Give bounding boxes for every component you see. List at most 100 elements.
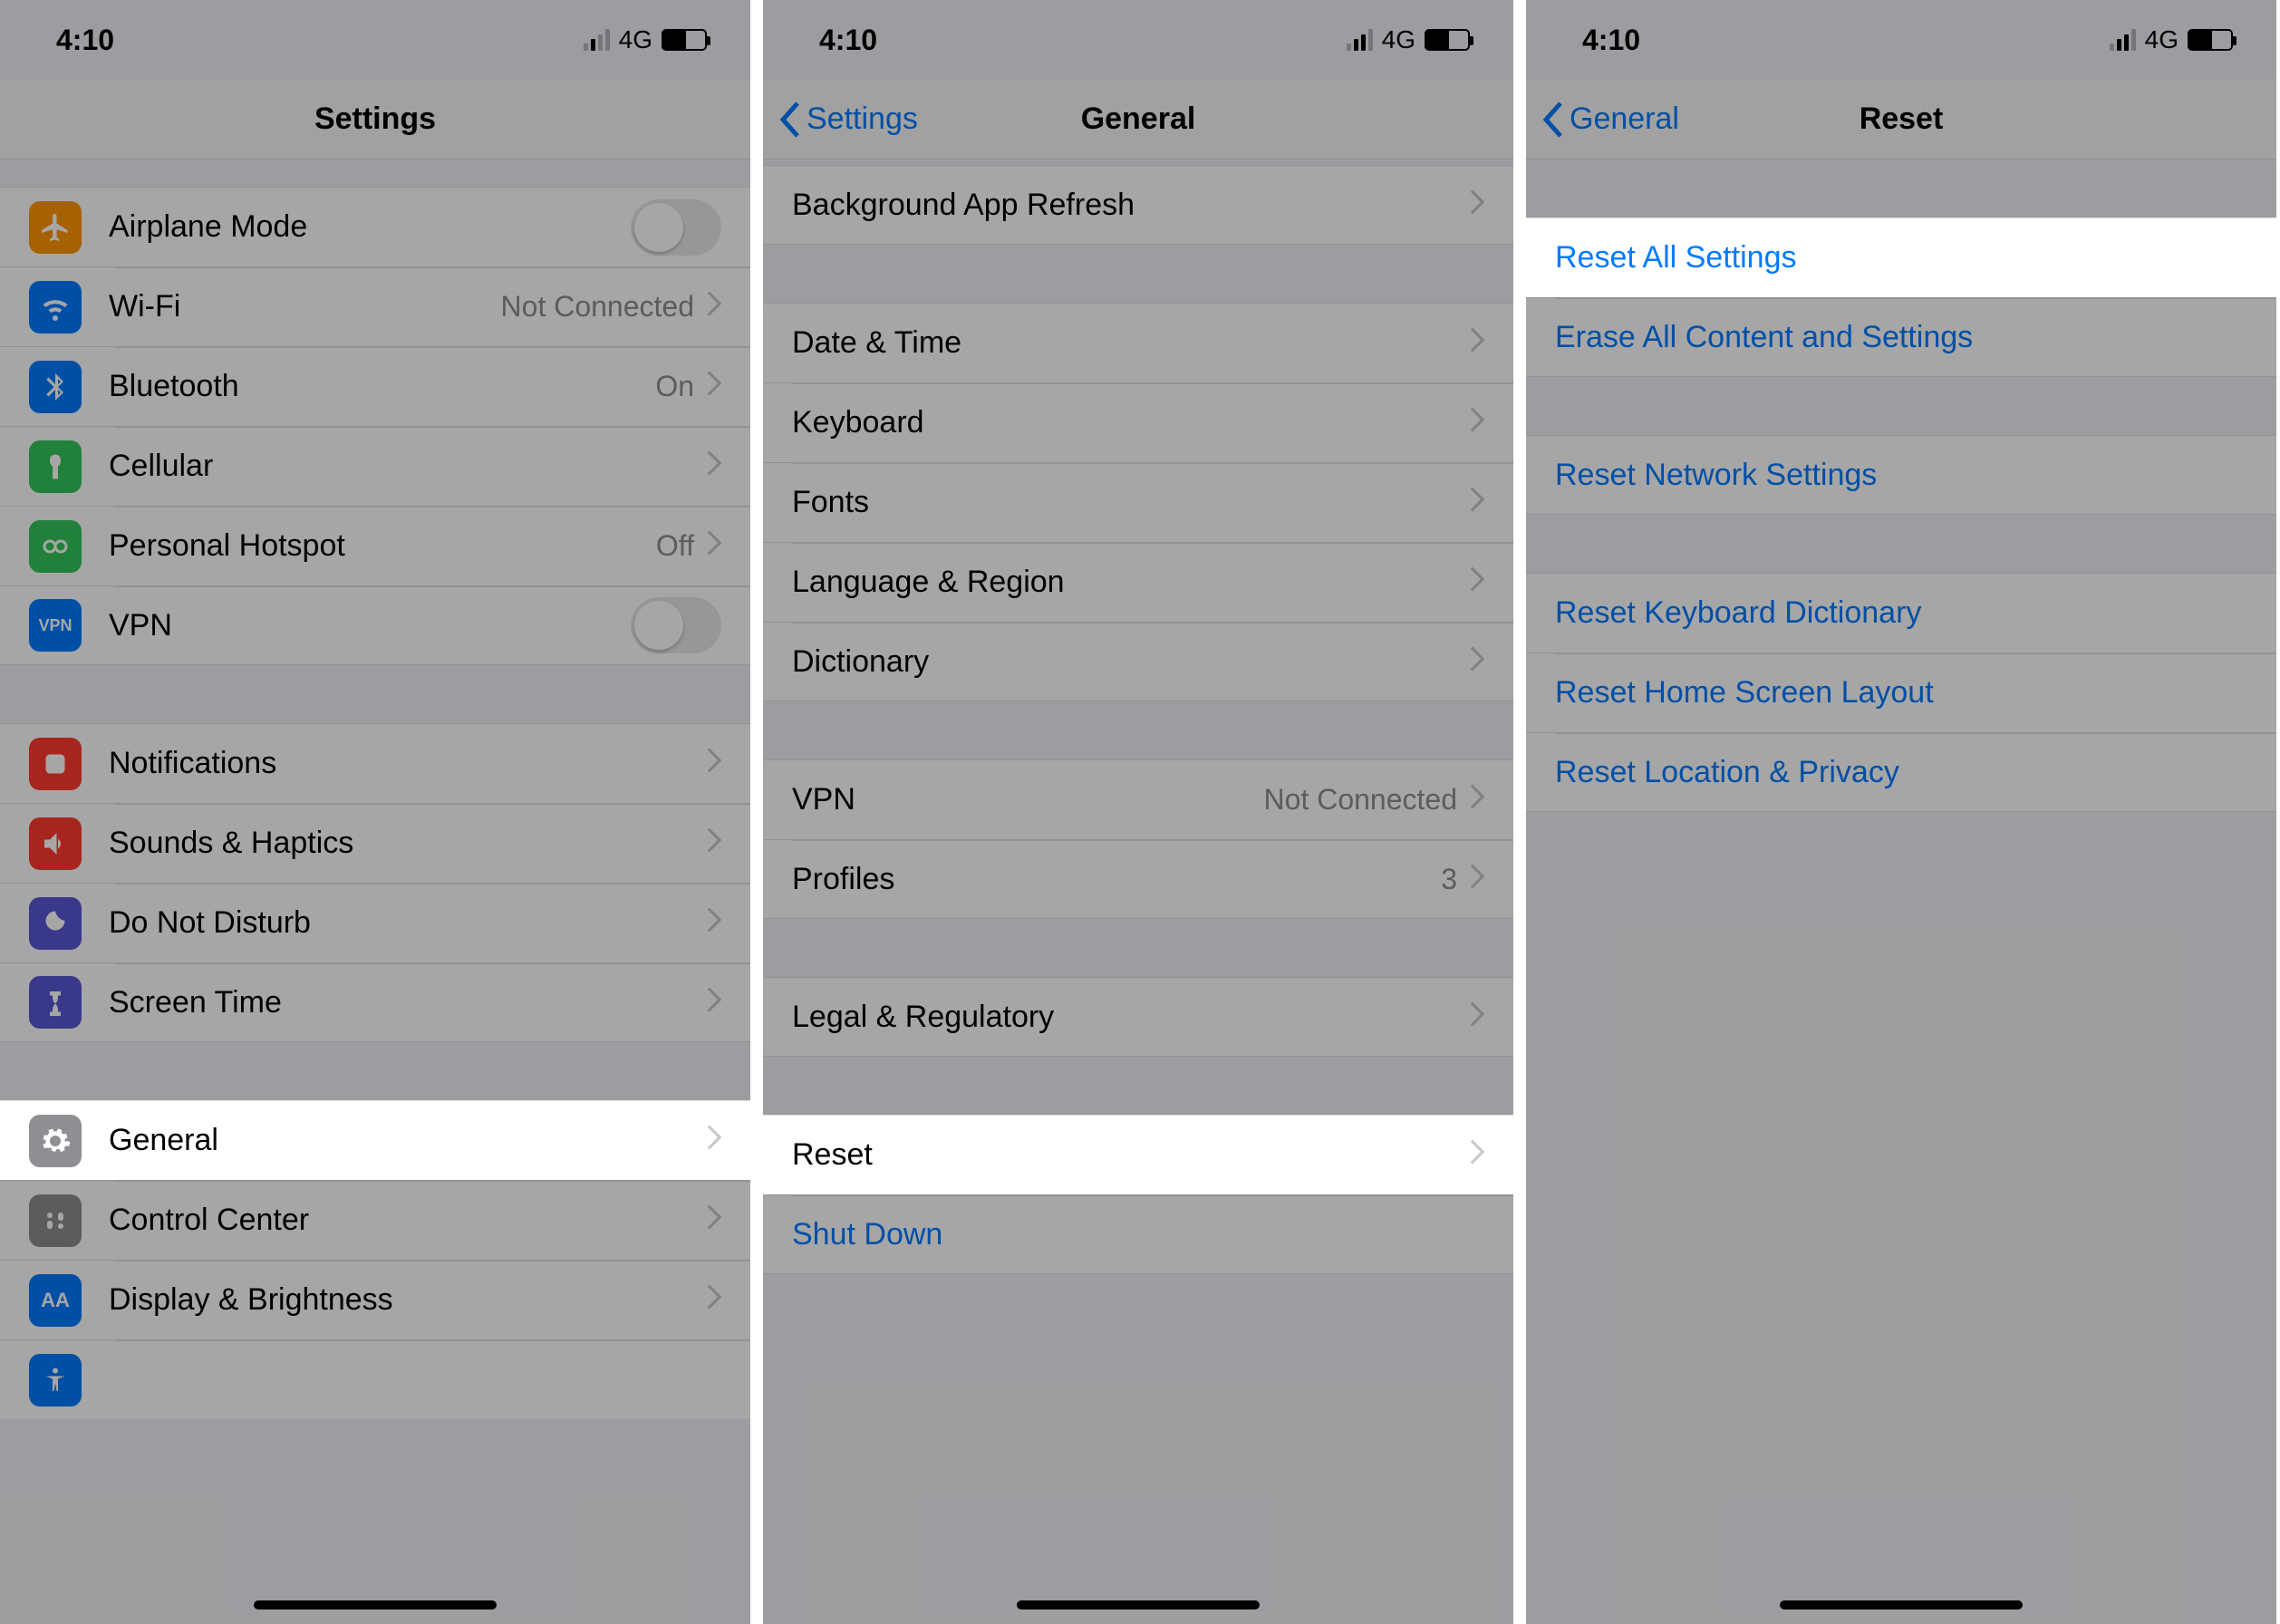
row-profiles[interactable]: Profiles 3 <box>763 839 1513 919</box>
chevron-right-icon <box>707 369 721 404</box>
row-dictionary[interactable]: Dictionary <box>763 622 1513 701</box>
row-erase-all[interactable]: Erase All Content and Settings <box>1526 297 2276 377</box>
row-reset-location[interactable]: Reset Location & Privacy <box>1526 732 2276 812</box>
row-datetime[interactable]: Date & Time <box>763 303 1513 382</box>
notifications-icon <box>29 738 82 790</box>
row-fonts[interactable]: Fonts <box>763 462 1513 542</box>
row-display[interactable]: AA Display & Brightness <box>0 1260 750 1339</box>
row-keyboard[interactable]: Keyboard <box>763 382 1513 462</box>
row-label: Shut Down <box>792 1217 1484 1252</box>
row-hotspot[interactable]: Personal Hotspot Off <box>0 506 750 585</box>
chevron-right-icon <box>707 826 721 861</box>
row-label: Airplane Mode <box>109 209 631 245</box>
chevron-right-icon <box>1470 1000 1484 1035</box>
row-vpn-general[interactable]: VPN Not Connected <box>763 759 1513 839</box>
network-label: 4G <box>1382 25 1415 54</box>
chevron-right-icon <box>1470 405 1484 440</box>
row-reset-all-settings[interactable]: Reset All Settings <box>1526 218 2276 297</box>
network-label: 4G <box>2145 25 2179 54</box>
back-button[interactable]: Settings <box>779 80 918 159</box>
row-label: Language & Region <box>792 565 1470 600</box>
row-label: Reset All Settings <box>1555 240 2247 276</box>
signal-icon <box>584 29 610 51</box>
row-detail: Off <box>656 529 694 563</box>
sounds-icon <box>29 817 82 870</box>
chevron-right-icon <box>1470 782 1484 817</box>
status-time: 4:10 <box>1582 24 1640 57</box>
row-legal[interactable]: Legal & Regulatory <box>763 977 1513 1057</box>
row-label: Screen Time <box>109 985 707 1020</box>
nav-title: General <box>1081 102 1196 137</box>
chevron-right-icon <box>1470 188 1484 223</box>
row-sounds[interactable]: Sounds & Haptics <box>0 803 750 883</box>
airplane-toggle[interactable] <box>631 199 721 256</box>
row-label: Cellular <box>109 449 707 484</box>
row-label: Display & Brightness <box>109 1282 707 1318</box>
row-airplane-mode[interactable]: Airplane Mode <box>0 187 750 266</box>
status-time: 4:10 <box>819 24 877 57</box>
vpn-toggle[interactable] <box>631 597 721 653</box>
chevron-right-icon <box>1470 862 1484 897</box>
row-reset[interactable]: Reset <box>763 1115 1513 1194</box>
vpn-icon: VPN <box>29 599 82 652</box>
status-time: 4:10 <box>56 24 114 57</box>
row-label: Sounds & Haptics <box>109 826 707 861</box>
row-cellular[interactable]: Cellular <box>0 426 750 506</box>
row-reset-network[interactable]: Reset Network Settings <box>1526 435 2276 515</box>
signal-icon <box>2110 29 2136 51</box>
status-right: 4G <box>2110 25 2233 54</box>
chevron-right-icon <box>707 746 721 781</box>
row-screentime[interactable]: Screen Time <box>0 962 750 1042</box>
screen-reset: 4:10 4G General Reset Reset All Settings… <box>1526 0 2276 1624</box>
row-label: Reset Keyboard Dictionary <box>1555 595 2247 631</box>
status-right: 4G <box>584 25 707 54</box>
nav-bar: Settings <box>0 80 750 160</box>
back-button[interactable]: General <box>1542 80 1679 159</box>
row-label: Personal Hotspot <box>109 528 656 564</box>
row-label: Legal & Regulatory <box>792 1000 1470 1035</box>
chevron-right-icon <box>707 905 721 941</box>
cellular-icon <box>29 440 82 493</box>
row-label: Reset Location & Privacy <box>1555 755 2247 790</box>
battery-icon <box>2188 29 2233 51</box>
row-label: Reset Network Settings <box>1555 458 2247 493</box>
signal-icon <box>1347 29 1373 51</box>
hotspot-icon <box>29 520 82 573</box>
home-indicator <box>1780 1600 2023 1610</box>
row-label: VPN <box>109 608 631 643</box>
row-bluetooth[interactable]: Bluetooth On <box>0 346 750 426</box>
chevron-right-icon <box>707 1203 721 1238</box>
status-bar: 4:10 4G <box>763 0 1513 80</box>
row-label: Reset <box>792 1137 1470 1173</box>
row-label: Do Not Disturb <box>109 905 707 941</box>
network-label: 4G <box>619 25 652 54</box>
row-vpn[interactable]: VPN VPN <box>0 585 750 665</box>
chevron-right-icon <box>1470 1137 1484 1173</box>
general-icon <box>29 1115 82 1167</box>
row-language[interactable]: Language & Region <box>763 542 1513 622</box>
chevron-right-icon <box>707 985 721 1020</box>
row-shutdown[interactable]: Shut Down <box>763 1194 1513 1274</box>
row-general[interactable]: General <box>0 1100 750 1180</box>
row-bg-refresh[interactable]: Background App Refresh <box>763 165 1513 245</box>
nav-title: Settings <box>314 102 436 137</box>
chevron-right-icon <box>1470 565 1484 600</box>
chevron-right-icon <box>707 289 721 324</box>
row-control-center[interactable]: Control Center <box>0 1180 750 1260</box>
row-label: Fonts <box>792 485 1470 520</box>
row-reset-home[interactable]: Reset Home Screen Layout <box>1526 652 2276 732</box>
battery-icon <box>662 29 707 51</box>
row-wifi[interactable]: Wi-Fi Not Connected <box>0 266 750 346</box>
wifi-icon <box>29 281 82 334</box>
row-reset-keyboard[interactable]: Reset Keyboard Dictionary <box>1526 573 2276 652</box>
row-label: General <box>109 1123 707 1158</box>
airplane-icon <box>29 201 82 254</box>
row-partial[interactable] <box>0 1339 750 1419</box>
nav-title: Reset <box>1860 102 1944 137</box>
back-label: General <box>1570 102 1679 137</box>
row-dnd[interactable]: Do Not Disturb <box>0 883 750 962</box>
row-notifications[interactable]: Notifications <box>0 723 750 803</box>
chevron-left-icon <box>779 102 801 138</box>
row-label: Profiles <box>792 862 1441 897</box>
row-label: Wi-Fi <box>109 289 501 324</box>
